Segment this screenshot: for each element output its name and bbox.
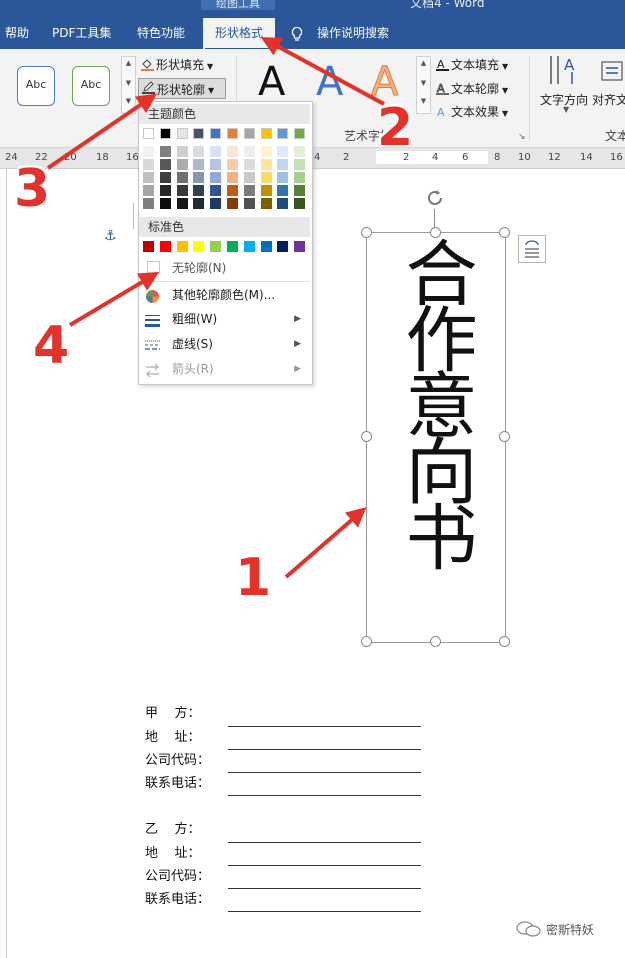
annotation-arrow-2 [260,37,385,106]
wechat-icon [516,920,542,938]
annotation-number-2: 2 [377,98,414,158]
annotation-arrow-4 [68,271,160,327]
annotation-number-3: 3 [14,159,51,219]
annotation-number-4: 4 [33,316,70,376]
annotation-arrow-1 [284,507,367,579]
annotation-arrow-3 [46,93,157,170]
watermark-text: 密斯特妖 [546,923,595,937]
annotation-arrows [46,37,385,579]
annotation-number-1: 1 [235,548,272,608]
